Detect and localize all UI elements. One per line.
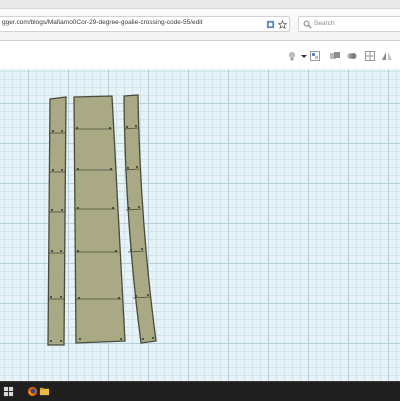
middle-panel[interactable]: [73, 95, 126, 344]
panel-shapes: [47, 94, 157, 346]
tab-strip: [0, 0, 400, 9]
search-placeholder: Search: [314, 20, 335, 27]
right-strip[interactable]: [123, 94, 157, 344]
windows-start-icon[interactable]: [3, 386, 14, 397]
search-box[interactable]: Search: [298, 16, 400, 32]
workplane-grid[interactable]: [0, 69, 400, 381]
firefox-icon[interactable]: [27, 386, 38, 397]
left-strip[interactable]: [47, 96, 67, 346]
app-toolbar: [0, 41, 400, 69]
address-bar[interactable]: gger.com/blogs/Mafiamo0Cor-29-degree-goa…: [0, 16, 290, 32]
group-icon[interactable]: [329, 50, 341, 62]
import-icon[interactable]: [309, 50, 321, 62]
bookmark-icon[interactable]: [266, 20, 275, 29]
search-icon: [303, 20, 312, 29]
align-icon[interactable]: [364, 50, 376, 62]
url-text: gger.com/blogs/Mafiamo0Cor-29-degree-goa…: [2, 19, 203, 26]
lightbulb-icon[interactable]: [286, 50, 298, 62]
ungroup-icon[interactable]: [346, 50, 358, 62]
mirror-icon[interactable]: [381, 50, 393, 62]
browser-toolbar: gger.com/blogs/Mafiamo0Cor-29-degree-goa…: [0, 0, 400, 41]
taskbar: [0, 381, 400, 401]
file-explorer-icon[interactable]: [39, 386, 50, 397]
star-icon[interactable]: [278, 20, 287, 29]
